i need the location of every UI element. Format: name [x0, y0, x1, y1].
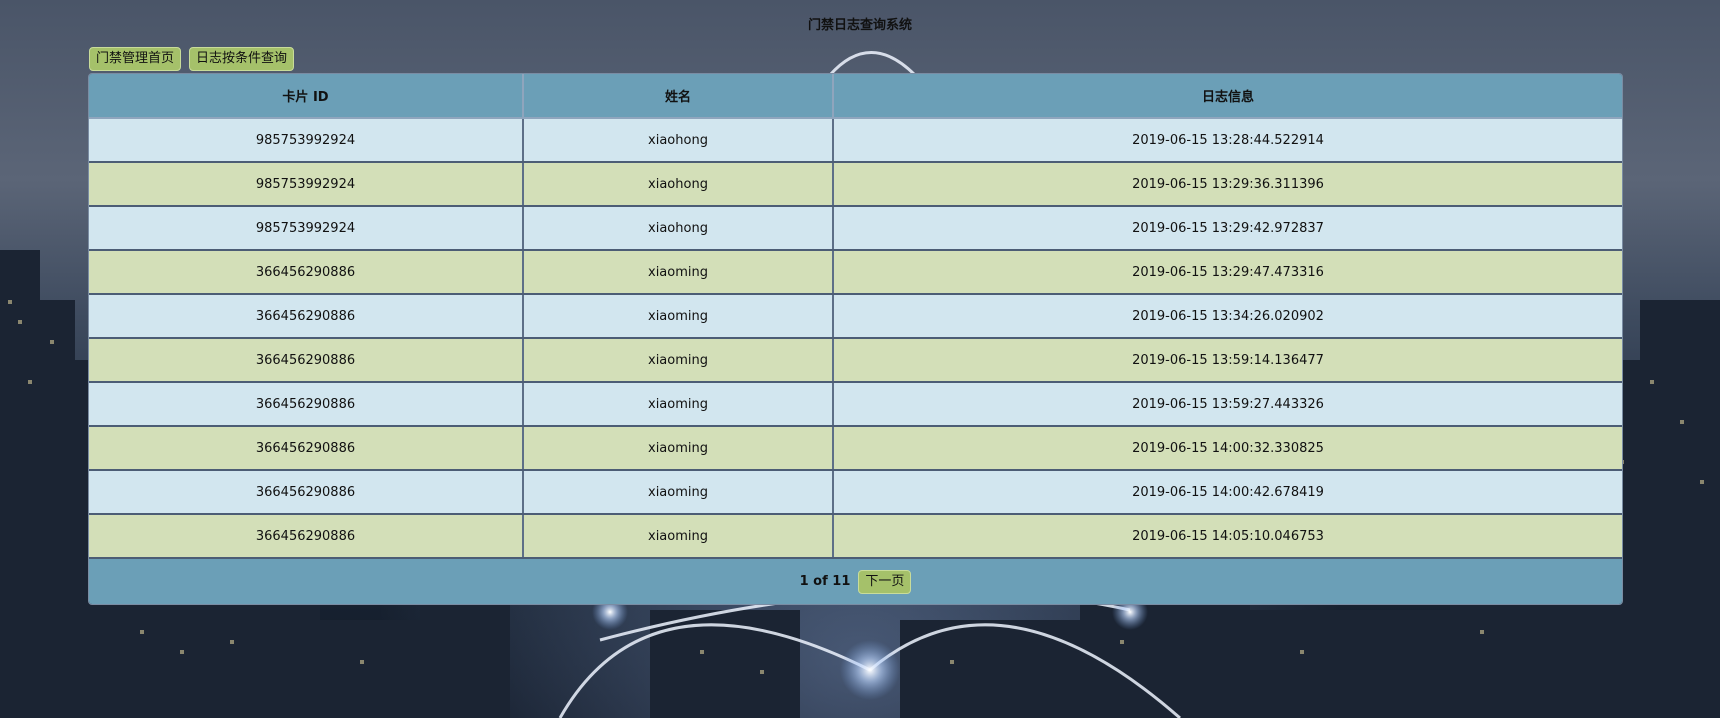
table-row: 366456290886 xiaoming 2019-06-15 13:59:1…: [89, 338, 1622, 383]
table-header-row: 卡片 ID 姓名 日志信息: [89, 74, 1622, 119]
next-page-button[interactable]: 下一页: [858, 569, 912, 594]
cell-log: 2019-06-15 13:59:14.136477: [833, 338, 1622, 383]
top-nav: 门禁管理首页 日志按条件查询: [89, 47, 295, 71]
page-title: 门禁日志查询系统: [807, 18, 912, 33]
cell-card-id: 366456290886: [89, 338, 524, 383]
cell-card-id: 366456290886: [89, 382, 524, 427]
home-button[interactable]: 门禁管理首页: [89, 47, 182, 71]
cell-log: 2019-06-15 13:34:26.020902: [833, 294, 1622, 339]
cell-name: xiaoming: [523, 382, 834, 427]
cell-log: 2019-06-15 13:29:47.473316: [833, 250, 1622, 295]
cell-card-id: 985753992924: [89, 162, 524, 207]
cell-log: 2019-06-15 13:59:27.443326: [833, 382, 1622, 427]
table-row: 985753992924 xiaohong 2019-06-15 13:29:3…: [89, 162, 1622, 207]
cell-card-id: 985753992924: [89, 118, 524, 163]
log-table-container: 卡片 ID 姓名 日志信息 985753992924 xiaohong 2019…: [88, 73, 1623, 605]
table-row: 366456290886 xiaoming 2019-06-15 14:00:3…: [89, 426, 1622, 471]
pagination-bar: 1 of 11 下一页: [89, 559, 1622, 604]
cell-log: 2019-06-15 14:00:32.330825: [833, 426, 1622, 471]
cell-log: 2019-06-15 13:29:42.972837: [833, 206, 1622, 251]
column-header-card-id: 卡片 ID: [89, 74, 524, 119]
table-row: 366456290886 xiaoming 2019-06-15 14:00:4…: [89, 470, 1622, 515]
log-query-button[interactable]: 日志按条件查询: [189, 47, 295, 71]
log-table: 卡片 ID 姓名 日志信息 985753992924 xiaohong 2019…: [89, 74, 1622, 559]
cell-log: 2019-06-15 14:05:10.046753: [833, 514, 1622, 559]
table-row: 366456290886 xiaoming 2019-06-15 13:59:2…: [89, 382, 1622, 427]
column-header-log-info: 日志信息: [833, 74, 1622, 119]
table-row: 985753992924 xiaohong 2019-06-15 13:29:4…: [89, 206, 1622, 251]
cell-name: xiaohong: [523, 206, 834, 251]
cell-card-id: 366456290886: [89, 294, 524, 339]
page-indicator: 1 of 11: [799, 574, 851, 589]
cell-card-id: 985753992924: [89, 206, 524, 251]
cell-log: 2019-06-15 13:28:44.522914: [833, 118, 1622, 163]
table-row: 366456290886 xiaoming 2019-06-15 13:29:4…: [89, 250, 1622, 295]
cell-card-id: 366456290886: [89, 514, 524, 559]
table-row: 366456290886 xiaoming 2019-06-15 13:34:2…: [89, 294, 1622, 339]
cell-log: 2019-06-15 13:29:36.311396: [833, 162, 1622, 207]
column-header-name: 姓名: [523, 74, 834, 119]
cell-name: xiaoming: [523, 470, 834, 515]
cell-name: xiaoming: [523, 250, 834, 295]
cell-name: xiaoming: [523, 426, 834, 471]
cell-log: 2019-06-15 14:00:42.678419: [833, 470, 1622, 515]
cell-card-id: 366456290886: [89, 250, 524, 295]
cell-card-id: 366456290886: [89, 470, 524, 515]
cell-name: xiaoming: [523, 514, 834, 559]
table-row: 985753992924 xiaohong 2019-06-15 13:28:4…: [89, 118, 1622, 163]
table-row: 366456290886 xiaoming 2019-06-15 14:05:1…: [89, 514, 1622, 559]
cell-name: xiaoming: [523, 294, 834, 339]
cell-name: xiaoming: [523, 338, 834, 383]
cell-name: xiaohong: [523, 162, 834, 207]
cell-name: xiaohong: [523, 118, 834, 163]
cell-card-id: 366456290886: [89, 426, 524, 471]
